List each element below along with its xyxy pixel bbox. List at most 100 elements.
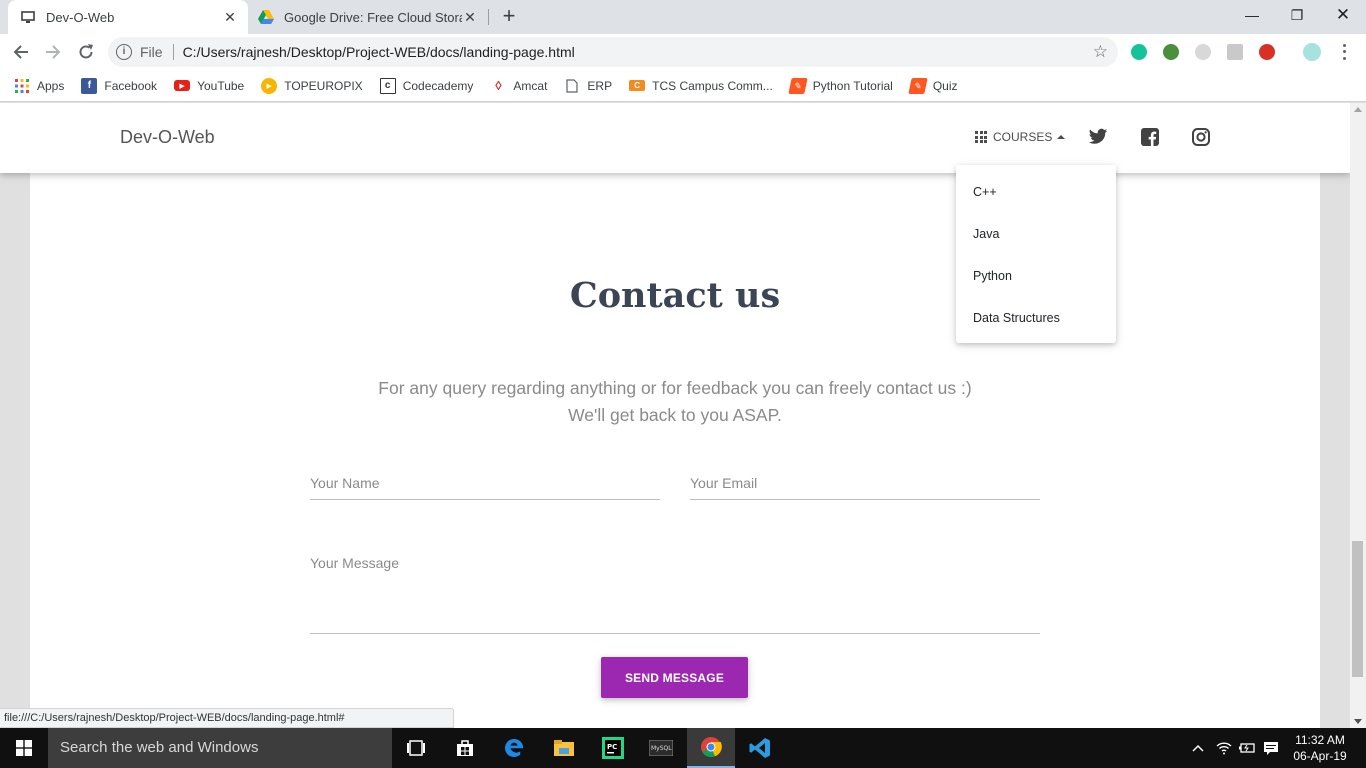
scroll-up-arrow-icon[interactable] xyxy=(1354,107,1362,112)
bookmark-facebook[interactable]: f Facebook xyxy=(81,77,157,94)
new-tab-button[interactable]: + xyxy=(498,5,520,28)
codecademy-icon: c xyxy=(379,77,396,94)
battery-icon[interactable] xyxy=(1237,728,1257,768)
courses-label: COURSES xyxy=(993,130,1053,144)
tab-google-drive[interactable]: Google Drive: Free Cloud Storage ✕ xyxy=(250,0,488,34)
store-icon[interactable] xyxy=(441,728,489,768)
course-item-cpp[interactable]: C++ xyxy=(956,171,1116,213)
google-drive-icon xyxy=(258,9,274,25)
forward-button[interactable] xyxy=(41,40,65,64)
bookmark-label: TOPEUROPIX xyxy=(284,78,363,93)
tab-close-icon[interactable]: ✕ xyxy=(222,9,238,25)
bookmark-tcs[interactable]: C TCS Campus Comm... xyxy=(629,79,773,93)
action-center-icon[interactable] xyxy=(1261,728,1281,768)
tab-title: Dev-O-Web xyxy=(46,9,115,25)
bookmark-apps[interactable]: Apps xyxy=(14,78,64,94)
info-icon[interactable]: i xyxy=(116,44,132,60)
mysql-workbench-icon[interactable]: MySQL xyxy=(637,728,685,768)
pycharm-icon[interactable]: PC xyxy=(589,728,637,768)
bookmark-label: Apps xyxy=(37,78,65,93)
bookmark-python-tutorial[interactable]: ✎ Python Tutorial xyxy=(788,77,893,94)
tcs-icon: C xyxy=(629,80,646,91)
tab-dev-o-web[interactable]: Dev-O-Web ✕ xyxy=(8,0,248,34)
address-divider xyxy=(172,44,174,60)
extension-pdf-icon[interactable] xyxy=(1227,44,1243,60)
restore-button[interactable]: ❐ xyxy=(1274,0,1320,30)
courses-dropdown-toggle[interactable]: COURSES xyxy=(975,130,1066,144)
address-bar[interactable]: i File C:/Users/rajnesh/Desktop/Project-… xyxy=(108,37,1118,67)
bookmark-quiz[interactable]: ✎ Quiz xyxy=(908,77,958,94)
chrome-menu-icon[interactable] xyxy=(1340,42,1348,62)
email-input[interactable] xyxy=(690,475,1040,491)
vscode-icon[interactable] xyxy=(736,728,784,768)
tab-close-icon[interactable]: ✕ xyxy=(462,9,478,25)
bookmark-amcat[interactable]: ◊ Amcat xyxy=(490,78,547,94)
back-button[interactable] xyxy=(9,40,33,64)
courses-dropdown-menu: C++ Java Python Data Structures xyxy=(956,165,1116,343)
taskbar-search[interactable]: Search the web and Windows xyxy=(48,728,392,768)
start-button[interactable] xyxy=(0,728,48,768)
windows-taskbar: Search the web and Windows PC MySQL 11:3… xyxy=(0,728,1366,768)
course-item-java[interactable]: Java xyxy=(956,213,1116,255)
name-input[interactable] xyxy=(310,475,660,491)
site-brand[interactable]: Dev-O-Web xyxy=(120,127,215,148)
page-viewport: Dev-O-Web COURSES C++ Java Python Data S… xyxy=(0,103,1350,728)
contact-subtitle: For any query regarding anything or for … xyxy=(0,375,1350,429)
wifi-icon[interactable] xyxy=(1214,728,1234,768)
course-item-python[interactable]: Python xyxy=(956,255,1116,297)
task-view-icon[interactable] xyxy=(392,728,440,768)
grammarly-icon[interactable] xyxy=(1131,44,1147,60)
profile-avatar-icon[interactable] xyxy=(1303,43,1321,61)
clock-time: 11:32 AM xyxy=(1295,733,1345,747)
yab-extension-icon[interactable] xyxy=(1259,44,1275,60)
browser-toolbar: i File C:/Users/rajnesh/Desktop/Project-… xyxy=(0,34,1366,70)
arrow-right-icon xyxy=(46,45,61,59)
close-window-button[interactable]: ✕ xyxy=(1320,0,1366,30)
minimize-button[interactable]: — xyxy=(1229,0,1275,30)
taskbar-clock[interactable]: 11:32 AM 06-Apr-19 xyxy=(1284,732,1356,764)
extension-gray-icon[interactable] xyxy=(1195,44,1211,60)
instagram-icon[interactable] xyxy=(1192,128,1212,148)
bookmark-topeuropix[interactable]: ▶ TOPEUROPIX xyxy=(261,77,363,94)
youtube-icon: ▶ xyxy=(174,80,191,91)
svg-text:MySQL: MySQL xyxy=(651,745,672,752)
chrome-taskbar-icon[interactable] xyxy=(687,728,735,768)
course-item-data-structures[interactable]: Data Structures xyxy=(956,297,1116,339)
send-message-button[interactable]: SEND MESSAGE xyxy=(601,657,748,698)
subtitle-line-1: For any query regarding anything or for … xyxy=(378,378,972,398)
scroll-down-arrow-icon[interactable] xyxy=(1354,719,1362,724)
scheme-label: File xyxy=(140,44,163,60)
reload-button[interactable] xyxy=(74,40,98,64)
facebook-square-icon[interactable] xyxy=(1141,128,1161,148)
twitter-icon[interactable] xyxy=(1088,128,1108,148)
bookmark-erp[interactable]: ERP xyxy=(564,78,612,94)
bookmark-label: Codecademy xyxy=(402,78,474,93)
arrow-left-icon xyxy=(13,45,28,59)
bookmark-label: YouTube xyxy=(197,78,245,93)
bookmark-codecademy[interactable]: c Codecademy xyxy=(379,77,474,94)
link-status-bar: file:///C:/Users/rajnesh/Desktop/Project… xyxy=(0,708,454,728)
bookmark-label: Quiz xyxy=(932,78,958,93)
amcat-icon: ◊ xyxy=(495,78,502,93)
extension-globe-icon[interactable] xyxy=(1163,44,1179,60)
message-field-wrapper xyxy=(310,555,1040,634)
bookmark-star-icon[interactable]: ☆ xyxy=(1093,42,1108,62)
apps-grid-icon xyxy=(14,78,30,94)
file-explorer-icon[interactable] xyxy=(540,728,588,768)
message-textarea[interactable] xyxy=(310,555,1040,603)
bookmark-label: Amcat xyxy=(513,78,548,93)
edge-icon[interactable] xyxy=(490,728,538,768)
subtitle-line-2: We'll get back to you ASAP. xyxy=(568,405,782,425)
page-scrollbar[interactable] xyxy=(1350,103,1366,728)
contact-title: Contact us xyxy=(569,275,781,316)
bookmark-youtube[interactable]: ▶ YouTube xyxy=(174,79,244,93)
facebook-icon: f xyxy=(81,77,98,94)
scrollbar-thumb[interactable] xyxy=(1352,541,1363,677)
reload-icon xyxy=(79,44,93,59)
tray-chevron-up-icon[interactable] xyxy=(1188,728,1208,768)
url-text[interactable]: C:/Users/rajnesh/Desktop/Project-WEB/doc… xyxy=(183,44,575,60)
name-field-wrapper xyxy=(310,475,660,500)
bookmarks-bar: Apps f Facebook ▶ YouTube ▶ TOPEUROPIX c… xyxy=(0,70,1366,102)
svg-text:PC: PC xyxy=(607,743,617,751)
bookmark-label: ERP xyxy=(587,78,613,93)
